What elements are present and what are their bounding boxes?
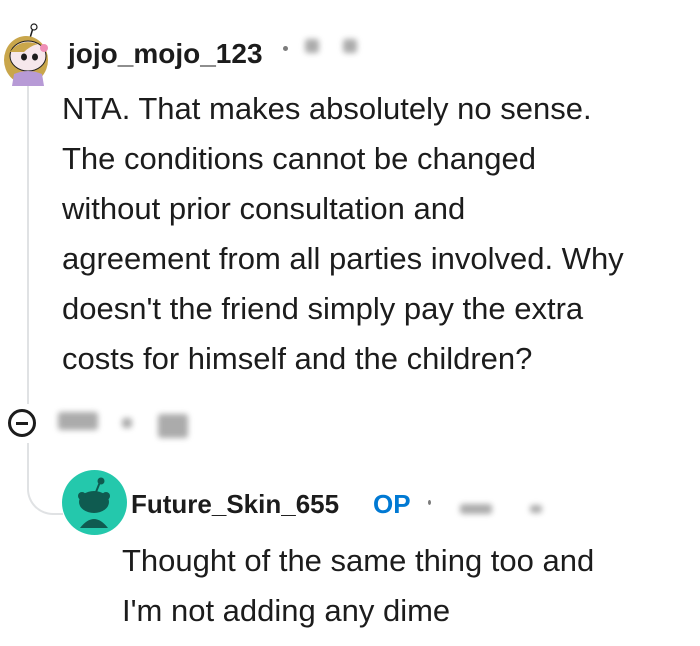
- snoo-avatar-icon[interactable]: [62, 470, 127, 535]
- collapse-minus-icon[interactable]: [8, 409, 36, 437]
- comment-line: NTA. That makes absolutely no sense.: [62, 91, 592, 126]
- separator-dot: [283, 46, 288, 51]
- blurred-action: [158, 414, 188, 438]
- blurred-timestamp: [305, 39, 319, 53]
- blurred-timestamp: [460, 504, 492, 514]
- snoo-avatar-icon[interactable]: [0, 22, 56, 86]
- blurred-action: [58, 412, 98, 430]
- comment-line: costs for himself and the children?: [62, 341, 533, 376]
- comment-line: doesn't the friend simply pay the extra: [62, 291, 584, 326]
- reply-line: I'm not adding any dime: [122, 593, 451, 628]
- separator-dot: [428, 500, 431, 505]
- blurred-timestamp: [343, 39, 357, 53]
- comment-line: agreement from all parties involved. Why: [62, 241, 624, 276]
- comment-body: NTA. That makes absolutely no sense. The…: [62, 84, 692, 384]
- reply-line: Thought of the same thing too and: [122, 543, 595, 578]
- reply-author[interactable]: Future_Skin_655: [131, 489, 339, 520]
- blurred-timestamp: [530, 505, 542, 513]
- thread-line: [27, 86, 29, 404]
- op-badge: OP: [373, 489, 411, 519]
- comment-line: The conditions cannot be changed: [62, 141, 536, 176]
- comment-author[interactable]: jojo_mojo_123: [68, 38, 263, 70]
- reply-body: Thought of the same thing too and I'm no…: [122, 536, 692, 636]
- blurred-action: [122, 418, 132, 428]
- reply-connector-line: [27, 443, 63, 515]
- comment-line: without prior consultation and: [62, 191, 466, 226]
